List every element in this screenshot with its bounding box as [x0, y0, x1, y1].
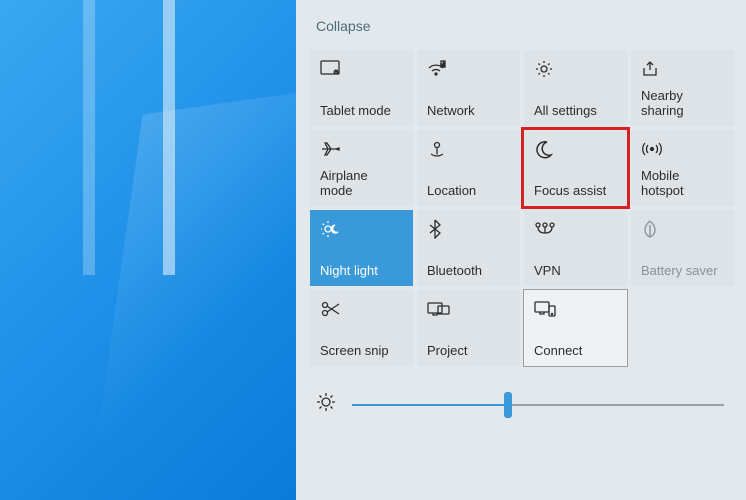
action-center-panel: Collapse Tablet mode — [296, 0, 746, 500]
moon-icon — [534, 138, 617, 160]
airplane-icon — [320, 138, 403, 160]
tile-vpn[interactable]: VPN — [524, 210, 627, 286]
collapse-link[interactable]: Collapse — [310, 18, 734, 34]
bluetooth-icon — [427, 218, 510, 240]
tile-screen-snip[interactable]: Screen snip — [310, 290, 413, 366]
tile-network[interactable]: Network — [417, 50, 520, 126]
tile-mobile-hotspot[interactable]: Mobile hotspot — [631, 130, 734, 206]
tile-label: Bluetooth — [427, 264, 510, 278]
tile-tablet-mode[interactable]: Tablet mode — [310, 50, 413, 126]
tile-label: Project — [427, 344, 510, 358]
brightness-icon — [314, 390, 338, 419]
tile-label: Connect — [534, 344, 617, 358]
tile-label: Airplane mode — [320, 169, 403, 198]
vpn-icon — [534, 218, 617, 240]
gear-icon — [534, 58, 617, 80]
tile-label: Focus assist — [534, 184, 617, 198]
tile-all-settings[interactable]: All settings — [524, 50, 627, 126]
tile-nearby-sharing[interactable]: Nearby sharing — [631, 50, 734, 126]
tile-focus-assist[interactable]: Focus assist — [524, 130, 627, 206]
tile-label: All settings — [534, 104, 617, 118]
tile-label: VPN — [534, 264, 617, 278]
brightness-track[interactable] — [352, 404, 724, 406]
location-icon — [427, 138, 510, 160]
tile-label: Night light — [320, 264, 403, 278]
night-light-icon — [320, 218, 403, 240]
snip-icon — [320, 298, 403, 320]
tile-label: Nearby sharing — [641, 89, 724, 118]
desktop-wallpaper — [0, 0, 296, 500]
tile-night-light[interactable]: Night light — [310, 210, 413, 286]
tile-label: Location — [427, 184, 510, 198]
wifi-icon — [427, 58, 510, 80]
tile-connect[interactable]: Connect — [524, 290, 627, 366]
tile-label: Mobile hotspot — [641, 169, 724, 198]
tile-bluetooth[interactable]: Bluetooth — [417, 210, 520, 286]
tile-airplane-mode[interactable]: Airplane mode — [310, 130, 413, 206]
tile-battery-saver[interactable]: Battery saver — [631, 210, 734, 286]
tile-location[interactable]: Location — [417, 130, 520, 206]
brightness-thumb[interactable] — [504, 392, 512, 418]
quick-action-tiles: Tablet mode Network — [310, 50, 734, 366]
project-icon — [427, 298, 510, 320]
tile-label: Screen snip — [320, 344, 403, 358]
leaf-icon — [641, 218, 724, 240]
tile-label: Battery saver — [641, 264, 724, 278]
tablet-icon — [320, 58, 403, 80]
brightness-slider[interactable] — [310, 390, 734, 419]
tile-label: Network — [427, 104, 510, 118]
share-icon — [641, 58, 724, 80]
tile-project[interactable]: Project — [417, 290, 520, 366]
tile-label: Tablet mode — [320, 104, 403, 118]
hotspot-icon — [641, 138, 724, 160]
connect-icon — [534, 298, 617, 320]
brightness-fill — [352, 404, 508, 406]
